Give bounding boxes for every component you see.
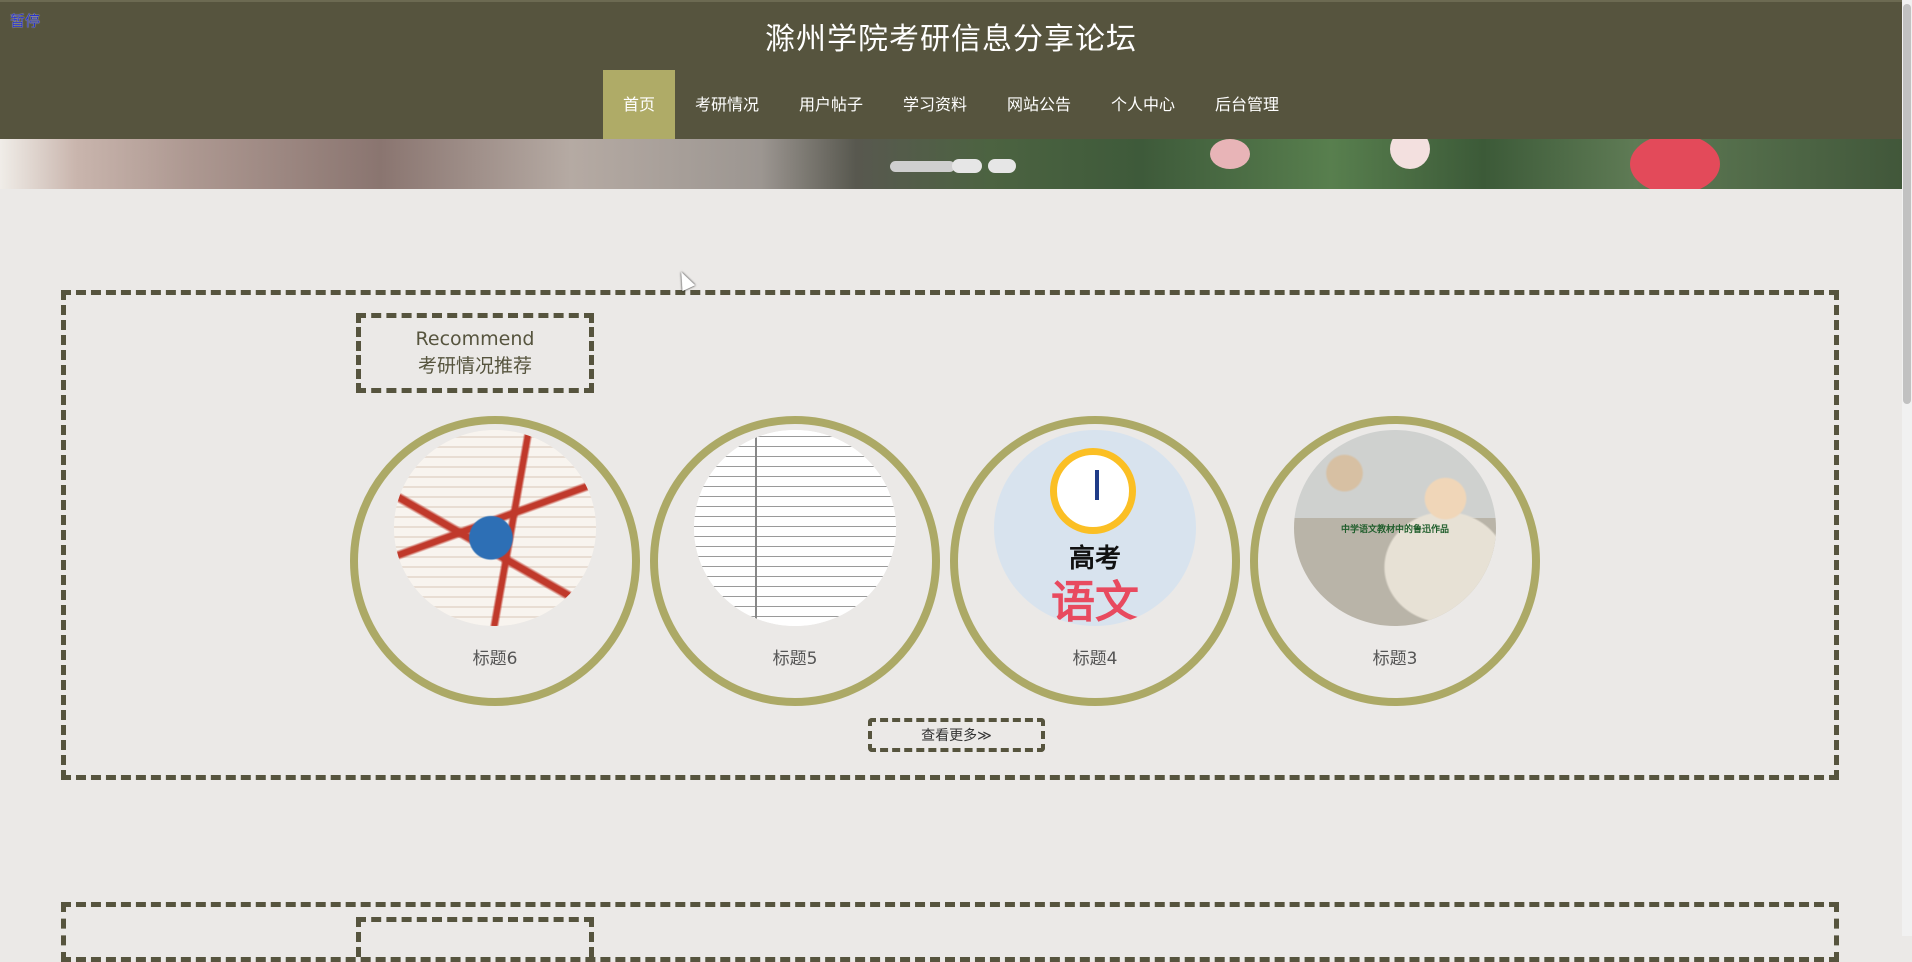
card-title: 标题4 [1072, 649, 1118, 669]
nav-item-exam-status[interactable]: 考研情况 [675, 70, 779, 139]
classroom-image: 中学语文教材中的鲁迅作品 [1294, 430, 1496, 626]
section-heading [356, 917, 594, 957]
carousel-dot-1[interactable] [890, 161, 955, 172]
mind-map-image [394, 430, 596, 626]
card-title: 标题6 [472, 649, 518, 669]
heading-en: Recommend [415, 328, 535, 350]
section-heading: Recommend 考研情况推荐 [356, 313, 594, 393]
site-title: 滁州学院考研信息分享论坛 [765, 22, 1137, 57]
nav-item-user-posts[interactable]: 用户帖子 [779, 70, 883, 139]
mouse-cursor-icon [674, 268, 696, 292]
nav-item-personal-center[interactable]: 个人中心 [1091, 70, 1195, 139]
recommend-card[interactable]: 高考 语文 标题4 [950, 416, 1240, 706]
image-caption: 中学语文教材中的鲁迅作品 [1340, 525, 1449, 535]
document-image [694, 430, 896, 626]
banner-carousel[interactable] [0, 139, 1902, 189]
next-section [61, 902, 1839, 962]
nav-item-announcements[interactable]: 网站公告 [987, 70, 1091, 139]
card-title: 标题3 [1372, 649, 1418, 669]
recommend-card[interactable]: 标题5 [650, 416, 940, 706]
flower-decoration [1210, 139, 1250, 169]
carousel-dot-2[interactable] [952, 159, 982, 173]
image-text: 语文 [1051, 577, 1139, 626]
pause-link[interactable]: 暂停 [10, 10, 40, 31]
page-scrollbar[interactable] [1902, 0, 1912, 936]
recommend-section: Recommend 考研情况推荐 标题6 标题5 高考 语文 标题4 中学语文教… [61, 290, 1839, 780]
nav-item-home[interactable]: 首页 [602, 70, 675, 139]
nav-item-study-materials[interactable]: 学习资料 [883, 70, 987, 139]
main-nav: 首页 考研情况 用户帖子 学习资料 网站公告 个人中心 后台管理 [0, 70, 1902, 139]
recommend-card[interactable]: 标题6 [350, 416, 640, 706]
flower-decoration [1390, 139, 1430, 169]
scrollbar-thumb[interactable] [1903, 4, 1911, 404]
heading-cn: 考研情况推荐 [417, 355, 532, 377]
flower-decoration [1630, 139, 1720, 189]
recommend-card[interactable]: 中学语文教材中的鲁迅作品 标题3 [1250, 416, 1540, 706]
view-more-button[interactable]: 查看更多≫ [868, 718, 1045, 752]
card-title: 标题5 [772, 649, 818, 669]
carousel-dot-3[interactable] [988, 159, 1016, 173]
nav-item-admin[interactable]: 后台管理 [1195, 70, 1299, 139]
alarm-clock-icon [1050, 448, 1136, 534]
alarm-clock-image: 高考 语文 [994, 430, 1196, 626]
site-header: 滁州学院考研信息分享论坛 [0, 0, 1902, 71]
